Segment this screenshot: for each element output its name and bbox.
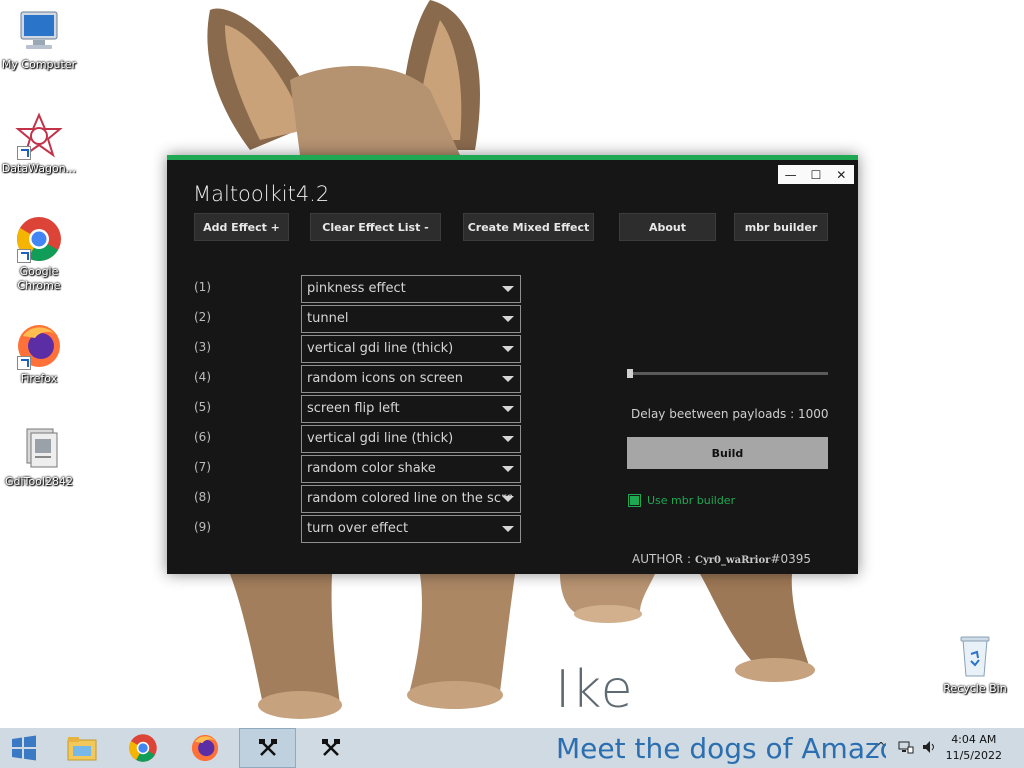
volume-icon[interactable]: [921, 739, 937, 758]
chevron-down-icon: [502, 496, 514, 502]
effect-select-7[interactable]: random color shake: [301, 455, 521, 483]
effect-select-4[interactable]: random icons on screen: [301, 365, 521, 393]
maltoolkit-icon: [258, 739, 277, 756]
windows-start-icon[interactable]: [0, 728, 48, 768]
shortcut-arrow-icon: [17, 249, 31, 263]
maltoolkit-icon: [321, 739, 340, 756]
effect-select-value: random icons on screen: [307, 371, 463, 386]
author-suffix: #0395: [770, 552, 811, 566]
window-controls: — ☐ ✕: [778, 165, 854, 184]
effect-select-6[interactable]: vertical gdi line (thick): [301, 425, 521, 453]
chevron-down-icon: [502, 346, 514, 352]
build-button[interactable]: Build: [627, 437, 828, 469]
firefox-icon: [15, 322, 63, 370]
network-icon[interactable]: [898, 739, 914, 758]
chevron-down-icon: [502, 436, 514, 442]
app-title: Maltoolkit4.2: [193, 182, 330, 206]
firefox-icon[interactable]: [179, 728, 231, 768]
effect-row-number: (6): [194, 430, 211, 444]
system-clock[interactable]: 4:04 AM 11/5/2022: [946, 732, 1002, 764]
use-mbr-builder-label: Use mbr builder: [647, 494, 736, 507]
maltoolkit-window: — ☐ ✕ Maltoolkit4.2 Add Effect + Clear E…: [167, 155, 858, 574]
shortcut-arrow-icon: [17, 146, 31, 160]
chrome-icon[interactable]: [117, 728, 169, 768]
delay-slider[interactable]: [627, 369, 828, 378]
clock-time: 4:04 AM: [951, 733, 997, 746]
file-explorer-icon[interactable]: [56, 728, 108, 768]
computer-icon: [15, 8, 63, 56]
taskbar: Meet the dogs of Amazon ^ 4:04 AM 11/5/2…: [0, 728, 1024, 768]
author-prefix: AUTHOR :: [632, 552, 691, 566]
effect-row-number: (7): [194, 460, 211, 474]
shortcut-arrow-icon: [17, 356, 31, 370]
minimize-button[interactable]: —: [778, 165, 803, 184]
create-mixed-effect-button[interactable]: Create Mixed Effect: [463, 213, 594, 241]
add-effect-button[interactable]: Add Effect +: [194, 213, 289, 241]
effect-select-5[interactable]: screen flip left: [301, 395, 521, 423]
effect-row-number: (2): [194, 310, 211, 324]
maltoolkit-taskbar-button-2[interactable]: [302, 728, 359, 768]
chrome-icon: [15, 215, 63, 263]
chevron-down-icon: [502, 526, 514, 532]
wallpaper-title: Ike: [555, 660, 634, 720]
desktop-icon-datawagon[interactable]: DataWagon...: [0, 112, 78, 176]
chevron-down-icon: [502, 316, 514, 322]
effect-select-value: tunnel: [307, 311, 349, 326]
clear-effect-list-button[interactable]: Clear Effect List -: [310, 213, 441, 241]
effect-row-number: (1): [194, 280, 211, 294]
effect-row-number: (9): [194, 520, 211, 534]
effect-select-value: random colored line on the scree: [307, 491, 512, 506]
checkbox-icon[interactable]: [628, 494, 641, 507]
effect-row-number: (8): [194, 490, 211, 504]
effect-select-9[interactable]: turn over effect: [301, 515, 521, 543]
effect-select-value: random color shake: [307, 461, 436, 476]
desktop-icon-my-computer[interactable]: My Computer: [0, 8, 78, 72]
desktop-icon-recycle-bin[interactable]: Recycle Bin: [936, 632, 1014, 696]
effect-select-value: turn over effect: [307, 521, 409, 536]
clock-date: 11/5/2022: [945, 749, 1002, 762]
effect-select-value: pinkness effect: [307, 281, 406, 296]
maximize-button[interactable]: ☐: [803, 165, 828, 184]
chevron-down-icon: [502, 466, 514, 472]
desktop-icon-firefox[interactable]: Firefox: [0, 322, 78, 386]
effect-select-2[interactable]: tunnel: [301, 305, 521, 333]
author-credit: AUTHOR : Cyr0_waRrior#0395: [632, 552, 811, 566]
slider-thumb[interactable]: [627, 369, 633, 378]
effect-select-3[interactable]: vertical gdi line (thick): [301, 335, 521, 363]
close-button[interactable]: ✕: [829, 165, 854, 184]
effect-select-1[interactable]: pinkness effect: [301, 275, 521, 303]
effect-select-value: vertical gdi line (thick): [307, 341, 454, 356]
gditool-icon: [15, 425, 63, 473]
chevron-down-icon: [502, 406, 514, 412]
delay-label: Delay beetween payloads : 1000: [631, 407, 829, 421]
effect-select-value: vertical gdi line (thick): [307, 431, 454, 446]
about-button[interactable]: About: [619, 213, 716, 241]
datawagon-icon: [15, 112, 63, 160]
chevron-down-icon: [502, 286, 514, 292]
effect-select-8[interactable]: random colored line on the scree: [301, 485, 521, 513]
chevron-down-icon: [502, 376, 514, 382]
effect-select-value: screen flip left: [307, 401, 400, 416]
effect-row-number: (5): [194, 400, 211, 414]
desktop-icon-google-chrome[interactable]: Google Chrome: [0, 215, 78, 293]
use-mbr-builder-checkbox[interactable]: Use mbr builder: [628, 494, 735, 507]
effect-row-number: (3): [194, 340, 211, 354]
author-name: Cyr0_waRrior: [695, 555, 771, 566]
maltoolkit-taskbar-button[interactable]: [239, 728, 296, 768]
effect-row-number: (4): [194, 370, 211, 384]
mbr-builder-button[interactable]: mbr builder: [734, 213, 828, 241]
recycle-bin-icon: [951, 632, 999, 680]
desktop-icon-gditool[interactable]: GdiTool2842: [0, 425, 78, 489]
wallpaper-tagline: Meet the dogs of Amazon: [556, 732, 886, 765]
